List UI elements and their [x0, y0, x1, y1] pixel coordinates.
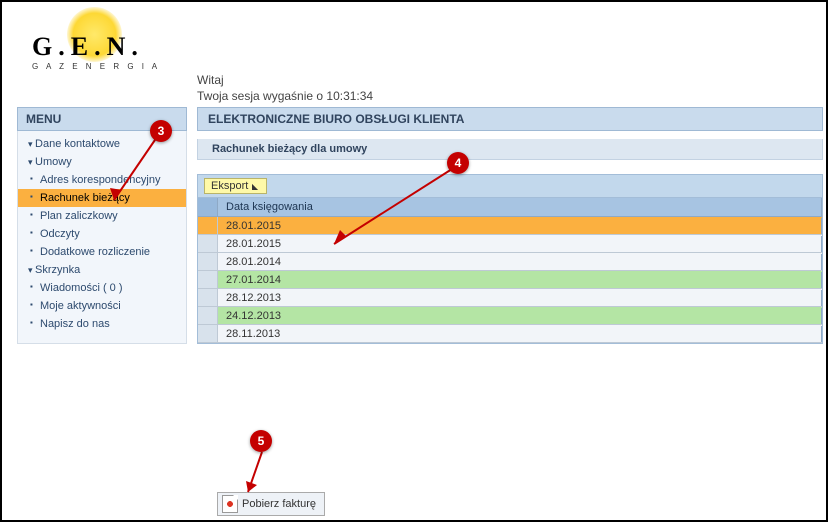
main-area: ELEKTRONICZNE BIURO OBSŁUGI KLIENTA Rach…: [197, 107, 823, 344]
row-selector[interactable]: [198, 217, 218, 234]
subsection-title: Rachunek bieżący dla umowy: [197, 139, 823, 160]
download-label: Pobierz fakturę: [242, 498, 316, 510]
table-row[interactable]: 28.11.2013: [198, 325, 822, 343]
table-row[interactable]: 28.12.2013: [198, 289, 822, 307]
grid-toolbar: Eksport: [197, 174, 823, 198]
cell-date: 27.01.2014: [218, 272, 822, 288]
session-expiry: Twoja sesja wygaśnie o 10:31:34: [197, 88, 373, 104]
row-selector[interactable]: [198, 253, 218, 270]
table-row[interactable]: 28.01.2015: [198, 235, 822, 253]
menu-item-advance-plan[interactable]: Plan zaliczkowy: [18, 207, 186, 225]
menu-item-settlement[interactable]: Dodatkowe rozliczenie: [18, 243, 186, 261]
cell-date: 28.11.2013: [218, 326, 822, 342]
grid-col-date[interactable]: Data księgowania: [218, 198, 822, 216]
table-row[interactable]: 28.01.2014: [198, 253, 822, 271]
cell-date: 28.01.2014: [218, 254, 822, 270]
annotation-3: 3: [150, 120, 172, 142]
logo-subtitle: G A Z E N E R G I A: [32, 62, 160, 71]
welcome-block: Witaj Twoja sesja wygaśnie o 10:31:34: [197, 72, 373, 104]
menu-item-activities[interactable]: Moje aktywności: [18, 297, 186, 315]
menu-item-current-account[interactable]: Rachunek bieżący: [18, 189, 186, 207]
logo-text: G.E.N.: [32, 32, 144, 62]
table-row[interactable]: 24.12.2013: [198, 307, 822, 325]
table-row[interactable]: 27.01.2014: [198, 271, 822, 289]
brand-logo: G.E.N. G A Z E N E R G I A: [17, 10, 177, 70]
menu-item-messages[interactable]: Wiadomości ( 0 ): [18, 279, 186, 297]
cell-date: 28.01.2015: [218, 236, 822, 252]
cell-date: 28.12.2013: [218, 290, 822, 306]
row-selector[interactable]: [198, 235, 218, 252]
pdf-icon: [222, 495, 238, 513]
cell-date: 28.01.2015: [218, 218, 822, 234]
welcome-greeting: Witaj: [197, 72, 373, 88]
grid-header: Data księgowania: [198, 198, 822, 217]
menu-body: Dane kontaktowe Umowy Adres korespondenc…: [17, 131, 187, 344]
menu-section-inbox[interactable]: Skrzynka: [18, 261, 186, 279]
page-title: ELEKTRONICZNE BIURO OBSŁUGI KLIENTA: [197, 107, 823, 131]
menu-panel: MENU Dane kontaktowe Umowy Adres korespo…: [17, 107, 187, 344]
annotation-5: 5: [250, 430, 272, 452]
row-selector[interactable]: [198, 271, 218, 288]
menu-item-address[interactable]: Adres korespondencyjny: [18, 171, 186, 189]
data-grid: Data księgowania 28.01.2015 28.01.2015 2…: [197, 198, 823, 344]
menu-section-contracts[interactable]: Umowy: [18, 153, 186, 171]
export-button[interactable]: Eksport: [204, 178, 267, 194]
annotation-4: 4: [447, 152, 469, 174]
row-selector[interactable]: [198, 289, 218, 306]
cell-date: 24.12.2013: [218, 308, 822, 324]
menu-item-write[interactable]: Napisz do nas: [18, 315, 186, 333]
row-selector[interactable]: [198, 307, 218, 324]
row-selector[interactable]: [198, 325, 218, 342]
grid-select-col: [198, 198, 218, 216]
table-row[interactable]: 28.01.2015: [198, 217, 822, 235]
download-invoice-button[interactable]: Pobierz fakturę: [217, 492, 325, 516]
menu-item-readings[interactable]: Odczyty: [18, 225, 186, 243]
